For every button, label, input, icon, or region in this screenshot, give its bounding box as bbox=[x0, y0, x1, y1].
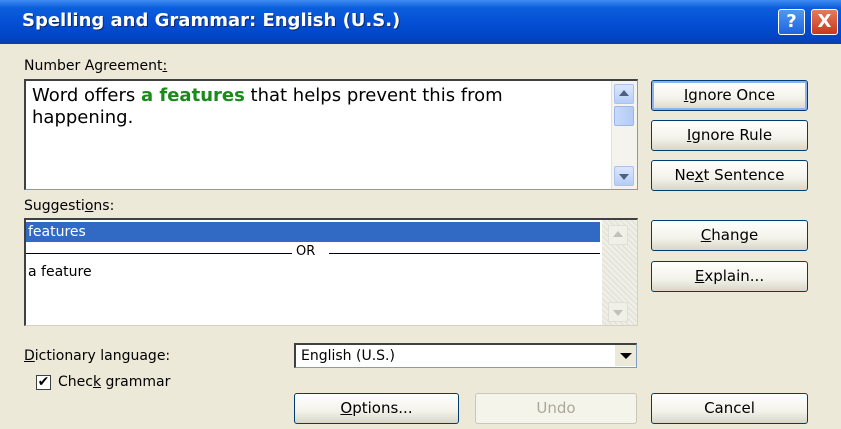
separator-line-left bbox=[26, 253, 292, 254]
scroll-down-button[interactable] bbox=[614, 166, 634, 186]
sentence-before: Word offers bbox=[32, 85, 141, 106]
chevron-up-icon bbox=[613, 231, 623, 237]
suggestions-label: Suggestions: bbox=[24, 198, 114, 214]
dialog-title: Spelling and Grammar: English (U.S.) bbox=[22, 10, 401, 31]
change-button[interactable]: Change bbox=[651, 220, 808, 251]
title-bar[interactable]: Spelling and Grammar: English (U.S.) ? X bbox=[0, 0, 841, 44]
check-grammar-checkbox[interactable]: ✔ bbox=[36, 375, 51, 390]
help-icon: ? bbox=[786, 11, 797, 32]
error-type-label-key: : bbox=[162, 58, 168, 74]
close-icon: X bbox=[817, 11, 832, 32]
label-key: k bbox=[92, 374, 102, 390]
suggestions-scrollbar[interactable] bbox=[602, 220, 637, 325]
chevron-down-icon bbox=[619, 174, 629, 180]
label-rest: ictionary language: bbox=[34, 348, 171, 364]
dropdown-button[interactable] bbox=[614, 345, 636, 366]
chevron-down-icon bbox=[620, 353, 632, 359]
scroll-up-button[interactable] bbox=[614, 84, 634, 104]
next-sentence-button[interactable]: Next Sentence bbox=[651, 160, 808, 191]
label-post: grammar bbox=[101, 374, 171, 390]
chevron-down-icon bbox=[613, 310, 623, 316]
checkmark-icon: ✔ bbox=[37, 374, 50, 390]
options-button[interactable]: Options... bbox=[294, 393, 459, 424]
close-button[interactable]: X bbox=[811, 9, 838, 35]
scroll-down-button[interactable] bbox=[608, 302, 628, 322]
ignore-once-button[interactable]: Ignore Once bbox=[651, 80, 808, 111]
error-type-label-text: Number Agreement bbox=[24, 58, 163, 74]
undo-button[interactable]: Undo bbox=[475, 393, 637, 424]
sentence-text[interactable]: Word offers a features that helps preven… bbox=[32, 85, 592, 129]
suggestion-item-selected[interactable]: features bbox=[26, 222, 600, 242]
btn-key: C bbox=[700, 226, 712, 244]
check-grammar-label[interactable]: Check grammar bbox=[58, 374, 170, 390]
dictionary-language-select[interactable]: English (U.S.) bbox=[294, 343, 637, 368]
btn-key: x bbox=[694, 166, 704, 184]
btn-post: ptions... bbox=[352, 399, 413, 417]
btn-key: E bbox=[694, 267, 705, 285]
cancel-button[interactable]: Cancel bbox=[651, 393, 808, 424]
btn-key: O bbox=[340, 399, 353, 417]
btn-post: hange bbox=[711, 226, 759, 244]
btn-post: gnore Once bbox=[688, 86, 776, 104]
spelling-grammar-dialog: Spelling and Grammar: English (U.S.) ? X… bbox=[0, 0, 841, 429]
sentence-box[interactable]: Word offers a features that helps preven… bbox=[24, 79, 638, 190]
btn-post: gnore Rule bbox=[691, 126, 773, 144]
separator-line-right bbox=[329, 253, 600, 254]
btn-post: xplain... bbox=[704, 267, 765, 285]
sentence-scrollbar[interactable] bbox=[611, 81, 637, 189]
dictionary-language-value: English (U.S.) bbox=[301, 348, 395, 364]
scroll-up-button[interactable] bbox=[608, 225, 628, 245]
error-type-label: Number Agreement: bbox=[24, 58, 167, 74]
explain-button[interactable]: Explain... bbox=[651, 261, 808, 292]
help-button[interactable]: ? bbox=[778, 9, 805, 35]
suggestions-label-post: ns: bbox=[93, 198, 115, 214]
chevron-up-icon bbox=[619, 90, 629, 96]
label-key: D bbox=[24, 348, 35, 364]
btn-post: t Sentence bbox=[703, 166, 785, 184]
label-pre: Chec bbox=[58, 374, 93, 390]
scroll-thumb[interactable] bbox=[614, 106, 634, 126]
sentence-error-highlight: a features bbox=[140, 85, 245, 106]
or-separator: OR bbox=[26, 244, 600, 260]
suggestions-label-pre: Suggesti bbox=[24, 198, 85, 214]
btn-pre: Ne bbox=[674, 166, 695, 184]
separator-text: OR bbox=[296, 244, 316, 259]
ignore-rule-button[interactable]: Ignore Rule bbox=[651, 120, 808, 151]
suggestions-list[interactable]: features OR a feature bbox=[24, 218, 638, 326]
suggestion-item[interactable]: a feature bbox=[28, 264, 92, 280]
dictionary-language-label: Dictionary language: bbox=[24, 348, 170, 364]
